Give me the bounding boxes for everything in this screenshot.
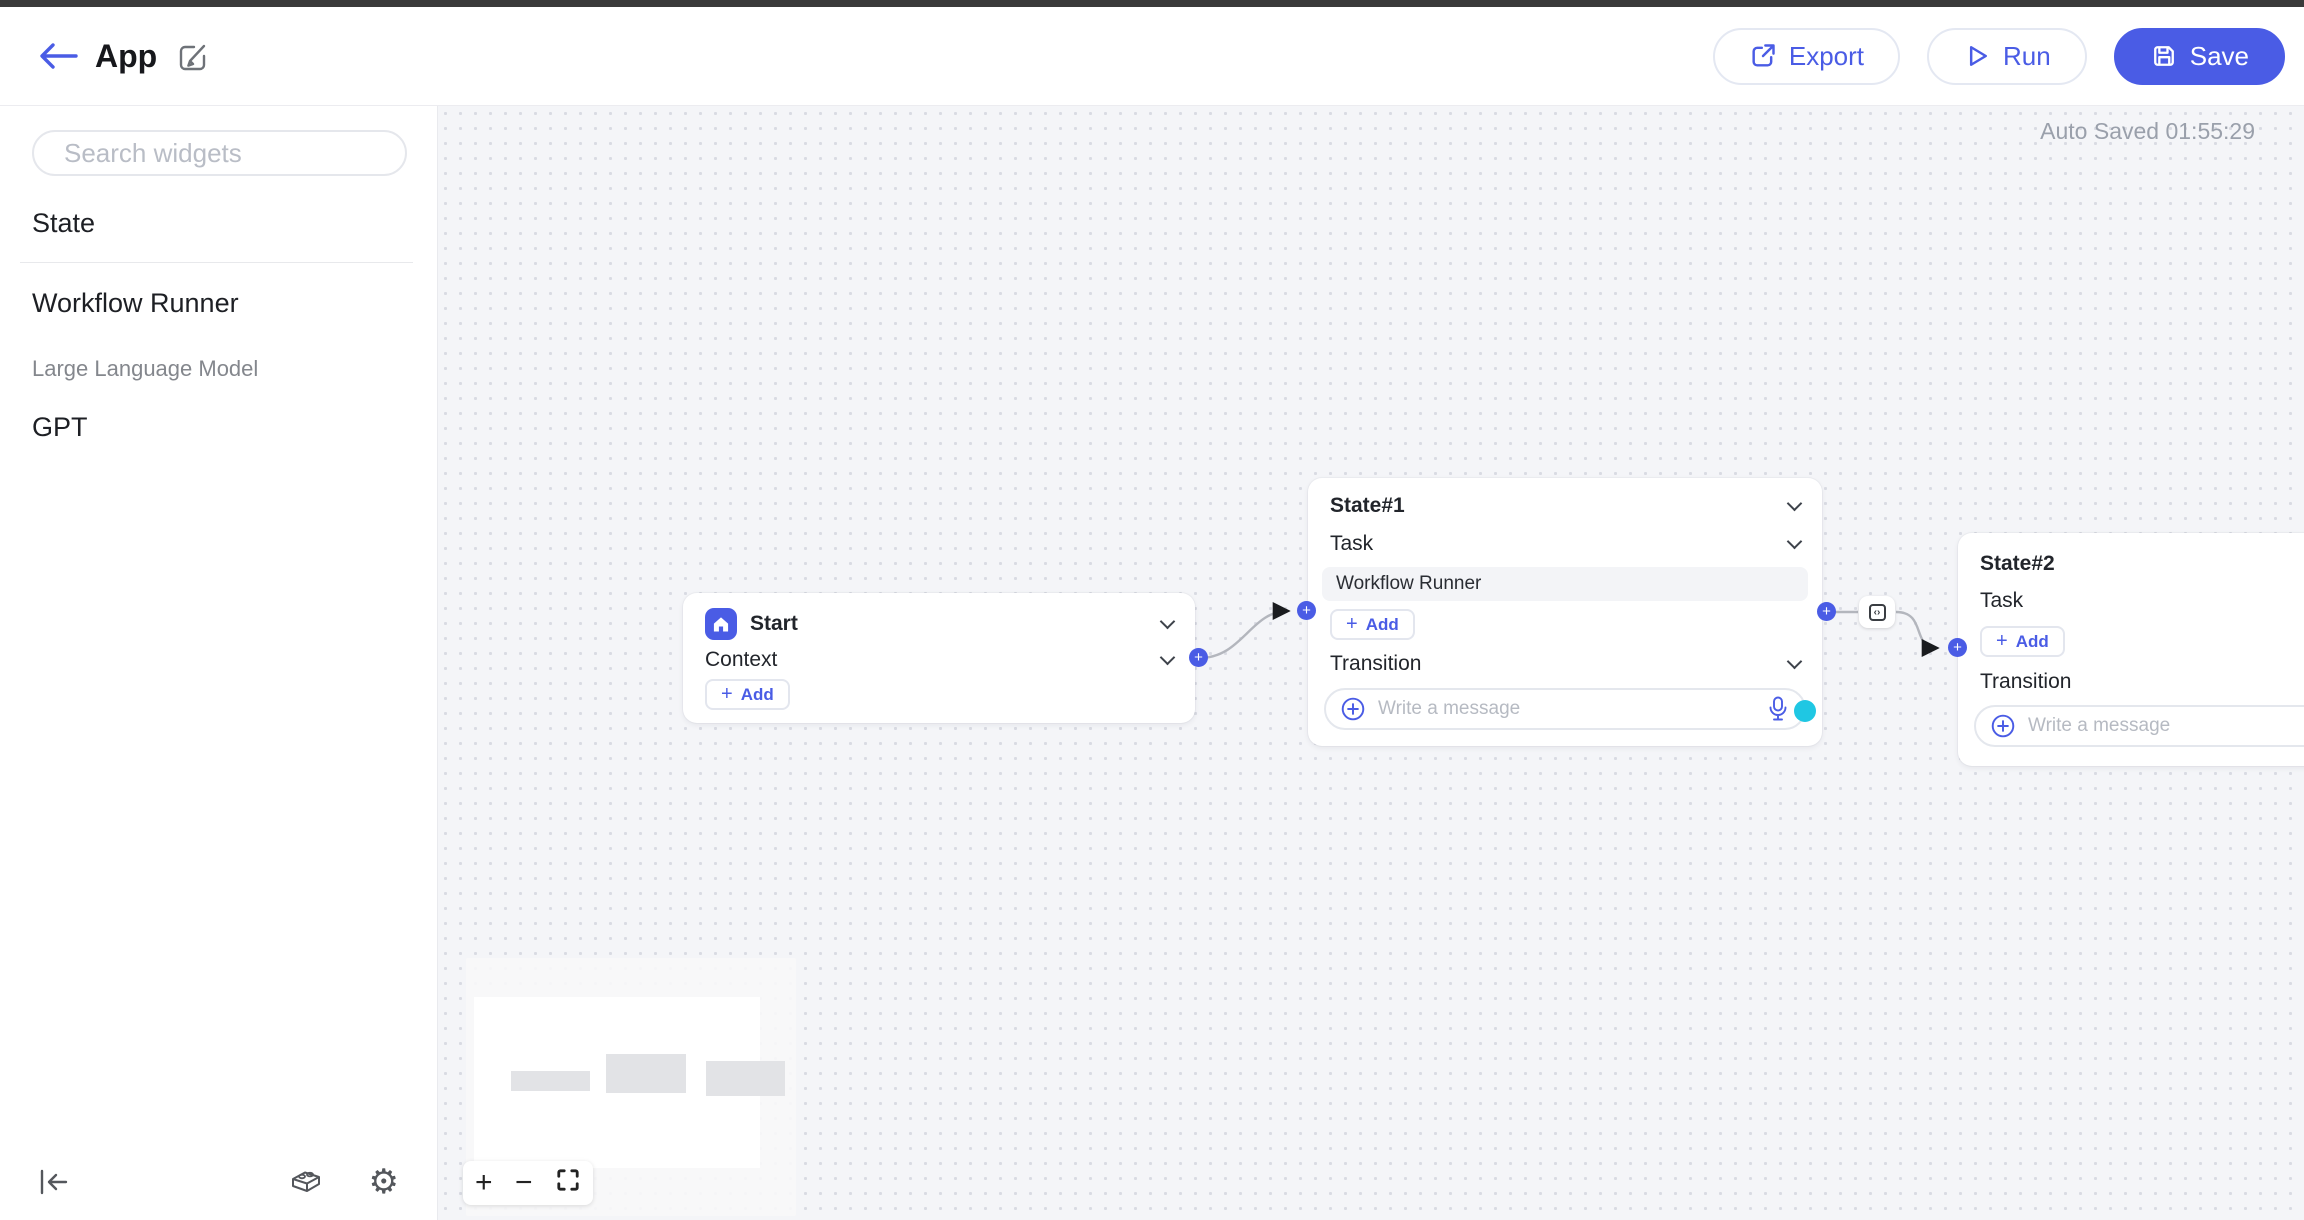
handle-start-output[interactable]: + bbox=[1189, 648, 1208, 667]
status-indicator-dot bbox=[1794, 700, 1816, 722]
run-button[interactable]: Run bbox=[1927, 27, 2087, 85]
minimap-node-state1 bbox=[606, 1054, 686, 1093]
arrow-left-icon bbox=[40, 43, 78, 69]
zoom-out-button[interactable]: − bbox=[515, 1168, 533, 1198]
state2-transition-row: Transition bbox=[1980, 667, 2304, 697]
start-add-button[interactable]: + Add bbox=[705, 679, 790, 710]
sidebar-divider bbox=[20, 262, 413, 263]
autosave-status: Auto Saved 01:55:29 bbox=[2040, 118, 2255, 144]
node-state1[interactable]: State#1 Task Workflow Runner + Add Trans… bbox=[1308, 478, 1822, 746]
save-button[interactable]: Save bbox=[2113, 27, 2285, 85]
sidebar-item-large-language-model[interactable]: Large Language Model bbox=[32, 356, 258, 382]
plus-icon: + bbox=[1194, 649, 1203, 666]
chevron-down-icon[interactable] bbox=[1159, 613, 1176, 629]
state2-message-input[interactable] bbox=[2028, 715, 2304, 737]
back-button[interactable] bbox=[35, 33, 81, 79]
save-floppy-icon bbox=[2153, 46, 2174, 66]
sidebar-footer: ⚙ bbox=[0, 1144, 437, 1220]
pencil-edit-icon bbox=[180, 44, 206, 71]
widget-sidebar: State Workflow Runner Large Language Mod… bbox=[0, 106, 438, 1220]
circle-plus-icon[interactable] bbox=[1990, 713, 2016, 739]
handle-state2-input[interactable]: + bbox=[1948, 638, 1967, 657]
home-icon bbox=[705, 608, 737, 640]
sidebar-item-state[interactable]: State bbox=[32, 208, 95, 239]
collapse-sidebar-button[interactable] bbox=[38, 1168, 70, 1196]
minimap-node-state2 bbox=[706, 1061, 785, 1096]
task-item-workflow-runner[interactable]: Workflow Runner bbox=[1322, 567, 1808, 601]
export-button[interactable]: Export bbox=[1712, 27, 1901, 85]
node-title: Start bbox=[750, 612, 798, 635]
handle-state1-input[interactable]: + bbox=[1297, 601, 1316, 620]
zoom-toolbar: + − bbox=[463, 1161, 593, 1205]
edge-config-icon: ‹› bbox=[1868, 603, 1886, 621]
settings-button[interactable]: ⚙ bbox=[369, 1165, 399, 1199]
app-header: App Export Run Save bbox=[0, 7, 2304, 106]
plus-icon: + bbox=[1996, 629, 2008, 652]
chevron-down-icon[interactable] bbox=[1786, 533, 1803, 549]
node-start[interactable]: Start Context + Add bbox=[683, 593, 1195, 723]
gear-icon: ⚙ bbox=[368, 1163, 399, 1201]
state1-message-input[interactable] bbox=[1378, 698, 1766, 720]
search-input[interactable] bbox=[64, 137, 399, 169]
zoom-in-button[interactable]: + bbox=[475, 1168, 493, 1198]
context-label: Context bbox=[705, 648, 778, 671]
plus-icon: + bbox=[1822, 603, 1831, 620]
fit-view-button[interactable] bbox=[555, 1167, 581, 1199]
plus-icon: + bbox=[1346, 612, 1358, 635]
collapse-left-icon bbox=[40, 1169, 68, 1195]
node-title: State#1 bbox=[1330, 494, 1405, 517]
state2-task-row: Task bbox=[1980, 586, 2304, 616]
task-label: Task bbox=[1330, 532, 1374, 555]
add-button-label: Add bbox=[1365, 614, 1399, 634]
handle-state1-output[interactable]: + bbox=[1817, 602, 1836, 621]
plus-icon: + bbox=[721, 682, 733, 705]
widgets-library-button[interactable] bbox=[287, 1167, 325, 1197]
add-button-label: Add bbox=[2015, 631, 2049, 651]
transition-label: Transition bbox=[1330, 652, 1422, 675]
export-icon bbox=[1752, 44, 1775, 67]
export-button-label: Export bbox=[1788, 40, 1865, 71]
microphone-icon[interactable] bbox=[1766, 695, 1790, 723]
plus-icon: + bbox=[1302, 602, 1311, 619]
state2-add-button[interactable]: + Add bbox=[1980, 626, 2065, 657]
add-button-label: Add bbox=[740, 684, 774, 704]
chevron-down-icon[interactable] bbox=[1159, 649, 1176, 665]
state1-add-button[interactable]: + Add bbox=[1330, 609, 1415, 640]
edit-title-button[interactable] bbox=[175, 38, 211, 74]
page-title: App bbox=[95, 37, 158, 74]
sidebar-item-workflow-runner[interactable]: Workflow Runner bbox=[32, 288, 239, 319]
node-state2[interactable]: State#2 Task + Add Transition bbox=[1958, 533, 2304, 766]
state1-task-row: Task bbox=[1330, 529, 1803, 559]
edge-config-badge[interactable]: ‹› bbox=[1859, 596, 1895, 628]
chevron-down-icon[interactable] bbox=[1786, 495, 1803, 511]
edge-state1-to-state2-right[interactable] bbox=[1895, 610, 1940, 657]
state1-message-box[interactable] bbox=[1324, 688, 1816, 730]
transition-label: Transition bbox=[1980, 670, 2072, 693]
state2-title-row: State#2 bbox=[1980, 549, 2304, 579]
circle-plus-icon[interactable] bbox=[1340, 696, 1366, 722]
window-chrome-strip bbox=[0, 0, 2304, 7]
sidebar-item-gpt[interactable]: GPT bbox=[32, 412, 88, 443]
minimap-node-start bbox=[511, 1071, 590, 1091]
play-icon bbox=[1969, 46, 1988, 66]
start-context-row: Context bbox=[705, 645, 1176, 675]
edge-start-to-state1[interactable] bbox=[1198, 602, 1291, 660]
widget-search[interactable] bbox=[32, 130, 407, 176]
node-title: State#2 bbox=[1980, 552, 2055, 575]
state1-transition-row: Transition bbox=[1330, 649, 1803, 679]
start-title-row: Start bbox=[705, 607, 1176, 641]
task-label: Task bbox=[1980, 589, 2024, 612]
state1-title-row: State#1 bbox=[1330, 491, 1803, 521]
chevron-down-icon[interactable] bbox=[1786, 653, 1803, 669]
fit-view-icon bbox=[557, 1169, 579, 1191]
run-button-label: Run bbox=[2003, 40, 2051, 71]
plus-icon: + bbox=[1953, 639, 1962, 656]
state2-message-box[interactable] bbox=[1974, 705, 2304, 747]
brick-icon bbox=[291, 1171, 320, 1192]
save-button-label: Save bbox=[2189, 40, 2249, 71]
flow-canvas[interactable]: Auto Saved 01:55:29 Start Context + Add … bbox=[438, 106, 2304, 1220]
